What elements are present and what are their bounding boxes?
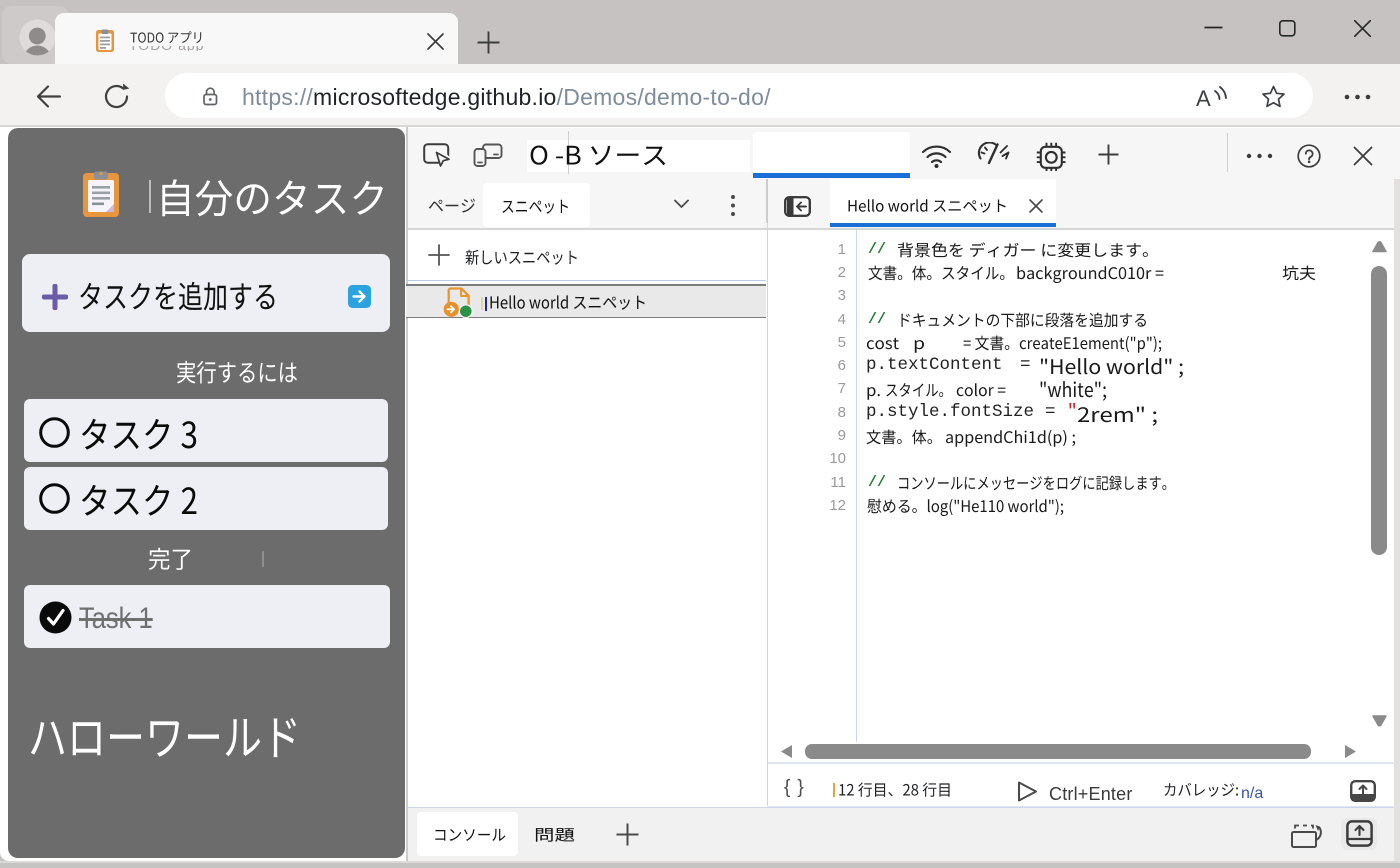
svg-text:A: A [1196,86,1211,111]
